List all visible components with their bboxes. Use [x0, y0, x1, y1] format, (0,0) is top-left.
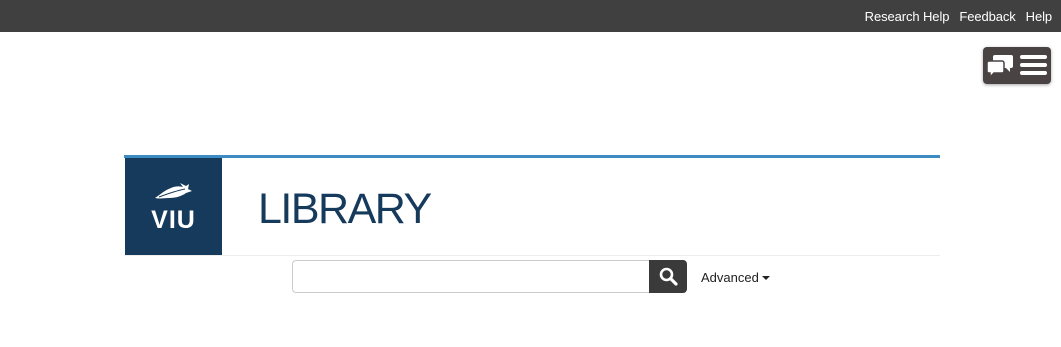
research-help-link[interactable]: Research Help	[865, 9, 950, 24]
hamburger-menu-icon	[1020, 55, 1047, 75]
advanced-search-label: Advanced	[701, 269, 759, 285]
chat-widget-button[interactable]	[983, 47, 1051, 84]
leaf-icon	[155, 183, 192, 199]
search-icon	[659, 267, 678, 286]
library-header-banner	[124, 155, 940, 256]
feedback-link[interactable]: Feedback	[959, 9, 1015, 24]
search-input[interactable]	[292, 260, 650, 293]
caret-down-icon	[761, 276, 770, 280]
search-button[interactable]	[649, 260, 687, 293]
viu-logo-text: VIU	[151, 206, 196, 234]
page-title: LIBRARY	[258, 185, 432, 233]
help-link[interactable]: Help	[1026, 9, 1052, 24]
top-links: Research Help Feedback Help	[865, 0, 1052, 32]
viu-logo[interactable]: VIU	[125, 158, 222, 255]
top-navigation-bar: Research Help Feedback Help	[0, 0, 1061, 32]
advanced-search-toggle[interactable]: Advanced	[701, 269, 770, 285]
chat-bubbles-icon	[986, 55, 1013, 79]
